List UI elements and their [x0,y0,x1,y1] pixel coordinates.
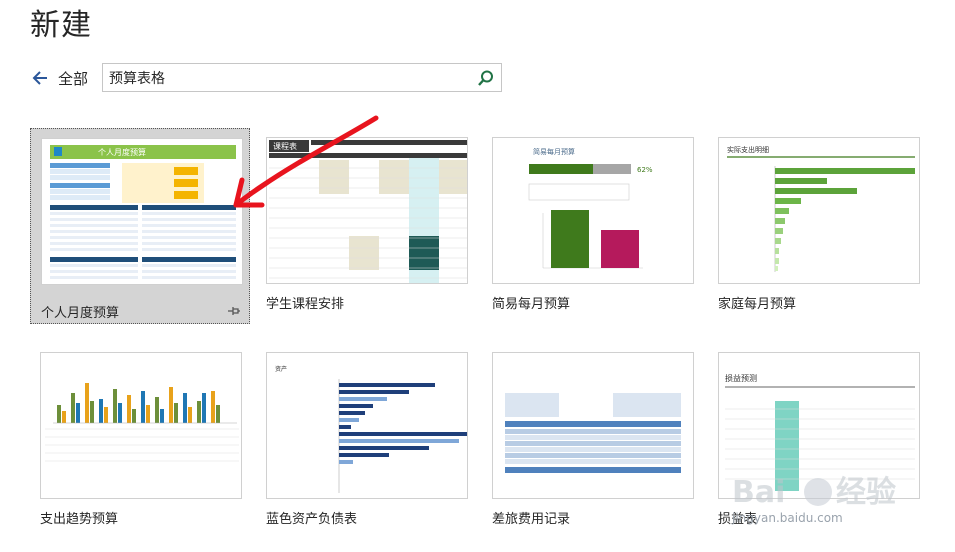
template-label: 家庭每月预算 [718,297,797,312]
template-thumbnail: 实际支出明细 [718,137,920,284]
template-label: 学生课程安排 [266,297,345,312]
template-family-monthly-budget[interactable]: 实际支出明细 家庭每月预算 [708,128,928,324]
search-box [102,63,502,92]
template-thumbnail: 课程表 [266,137,468,284]
svg-text:经验: 经验 [836,475,896,510]
template-student-schedule[interactable]: 课程表 学生课程安排 [256,128,476,324]
back-button[interactable]: 全部 [32,68,88,89]
template-thumbnail [492,352,694,499]
template-simple-monthly-budget[interactable]: 简易每月预算 62% 简易每月预算 [482,128,702,324]
svg-text:Bai: Bai [732,475,785,510]
template-personal-monthly-budget[interactable]: 个人月度预算 个人月度预算 [30,128,250,324]
thumb-title: 实际支出明细 [727,145,769,154]
template-expense-trend-budget[interactable]: 支出趋势预算 [30,343,250,539]
search-icon[interactable] [477,69,495,87]
back-nav: 全部 [32,64,88,92]
template-travel-expense-record[interactable]: 差旅费用记录 [482,343,702,539]
thumb-title: 损益预测 [725,373,757,383]
template-label: 差旅费用记录 [492,512,571,527]
template-label: 个人月度预算 [41,306,120,321]
template-thumbnail: 个人月度预算 [41,138,243,285]
thumb-title: 课程表 [273,141,297,151]
template-thumbnail: 简易每月预算 62% [492,137,694,284]
template-thumbnail: 资产 [266,352,468,499]
template-thumbnail [40,352,242,499]
back-label[interactable]: 全部 [58,68,88,89]
percent-label: 62% [637,166,653,174]
template-label: 简易每月预算 [492,297,571,312]
template-label: 蓝色资产负债表 [266,512,358,527]
thumb-title: 个人月度预算 [98,147,146,157]
page-title: 新建 [30,8,92,43]
template-blue-balance-sheet[interactable]: 资产 蓝色资产负债表 [256,343,476,539]
baidu-watermark-logo: Bai 经验 [732,475,896,510]
watermark-url: jingyan.baidu.com [732,511,843,525]
template-label: 支出趋势预算 [40,512,119,527]
back-arrow-icon[interactable] [32,70,48,86]
pin-icon[interactable] [227,304,241,318]
thumb-title: 简易每月预算 [533,147,575,156]
search-input[interactable] [103,64,473,91]
thumb-title: 资产 [275,365,287,373]
